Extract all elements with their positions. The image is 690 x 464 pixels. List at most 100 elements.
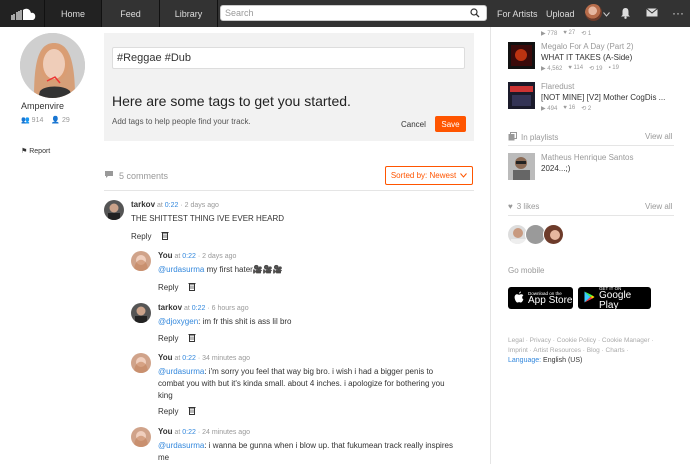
track-artist[interactable]: Megalo For A Day (Part 2) xyxy=(541,42,633,51)
comment-user[interactable]: tarkov xyxy=(158,303,182,312)
view-all-playlists[interactable]: View all xyxy=(645,132,672,141)
artist-name[interactable]: Ampenvire xyxy=(21,101,64,111)
tags-input[interactable]: #Reggae #Dub xyxy=(112,47,465,69)
comment-timestamp[interactable]: 0:22 xyxy=(182,429,196,436)
nav-upload[interactable]: Upload xyxy=(546,0,575,27)
comment-user[interactable]: You xyxy=(158,251,173,260)
report-button[interactable]: ⚑ Report xyxy=(21,147,50,155)
related-track[interactable]: Megalo For A Day (Part 2) WHAT IT TAKES … xyxy=(508,42,633,72)
liker-avatar[interactable] xyxy=(543,224,564,245)
reply-button[interactable]: Reply xyxy=(158,334,178,343)
commenter-avatar[interactable] xyxy=(131,427,151,447)
comment-timestamp[interactable]: 0:22 xyxy=(182,253,196,260)
artist-stats: 👥 914 👤 29 xyxy=(21,116,70,124)
comment-text: @urdasurma: i'm sorry you feel that way … xyxy=(158,366,445,402)
reposts-stat: ⟲ 2 xyxy=(581,106,592,112)
mention-link[interactable]: @urdasurma xyxy=(158,265,204,274)
nav-library[interactable]: Library xyxy=(160,0,218,27)
comment-user[interactable]: You xyxy=(158,353,173,362)
commenter-avatar[interactable] xyxy=(131,303,151,323)
commenter-avatar[interactable] xyxy=(104,200,124,220)
track-title[interactable]: [NOT MINE] [V2] Mother CogDis ... xyxy=(541,93,665,102)
comment-ago: 6 hours ago xyxy=(211,305,249,312)
commenter-avatar[interactable] xyxy=(131,353,151,373)
artist-avatar[interactable] xyxy=(20,33,85,98)
following-icon: 👤 xyxy=(51,117,61,124)
comment-actions: Reply xyxy=(131,231,169,242)
trash-icon[interactable] xyxy=(188,406,196,417)
language-value[interactable]: English (US) xyxy=(543,357,582,364)
tags-title: Here are some tags to get you started. xyxy=(112,93,351,109)
comment-header: tarkov at 0:22 · 6 hours ago xyxy=(158,303,249,312)
google-play-icon xyxy=(584,291,595,305)
footer-links-line[interactable]: Legal · Privacy · Cookie Policy · Cookie… xyxy=(508,336,678,346)
mail-icon[interactable] xyxy=(646,8,658,19)
tags-subtitle: Add tags to help people find your track. xyxy=(112,117,251,126)
trash-icon[interactable] xyxy=(188,333,196,344)
trash-icon[interactable] xyxy=(188,282,196,293)
search-icon[interactable] xyxy=(470,8,480,20)
track-stats: ▶ 4,562 ♥ 114 ⟲ 19 ▪ 19 xyxy=(541,65,633,72)
commenter-avatar[interactable] xyxy=(131,251,151,271)
likes-stat: ♥ 114 xyxy=(568,65,584,71)
search-input[interactable]: Search xyxy=(220,5,487,21)
mention-link[interactable]: @djoxygen xyxy=(158,317,198,326)
save-button[interactable]: Save xyxy=(435,116,466,132)
comment-body: : i'm sorry you feel that way big bro. i… xyxy=(204,367,434,376)
app-store-badge[interactable]: Download on the App Store xyxy=(508,287,573,309)
comment-ago: 24 minutes ago xyxy=(202,429,250,436)
mention-link[interactable]: @urdasurma xyxy=(158,441,204,450)
following-stat[interactable]: 👤 29 xyxy=(51,116,69,124)
nav-for-artists[interactable]: For Artists xyxy=(497,0,538,27)
reply-button[interactable]: Reply xyxy=(158,283,178,292)
plays-stat: ▶ 778 xyxy=(541,31,558,37)
comments-stat: ▪ 19 xyxy=(608,65,619,71)
footer-links-line[interactable]: Imprint · Artist Resources · Blog · Char… xyxy=(508,346,678,356)
nav-home[interactable]: Home xyxy=(44,0,102,27)
playlist-artwork[interactable] xyxy=(508,153,535,180)
chevron-down-icon[interactable] xyxy=(603,9,610,19)
playlist-title[interactable]: 2024...;) xyxy=(541,164,634,173)
playlist-item[interactable]: Matheus Henrique Santos 2024...;) xyxy=(508,153,634,180)
in-playlists-label: In playlists xyxy=(521,133,559,142)
track-artwork[interactable] xyxy=(508,82,535,109)
sort-dropdown[interactable]: Sorted by: Newest xyxy=(385,166,473,185)
soundcloud-logo-icon[interactable] xyxy=(0,0,44,27)
comment-body: : im fr this shit is ass lil bro xyxy=(198,317,292,326)
footer-links[interactable]: Legal · Privacy · Cookie Policy · Cookie… xyxy=(508,336,678,356)
comment-user[interactable]: You xyxy=(158,427,173,436)
google-play-badge[interactable]: GET IT ON Google Play xyxy=(578,286,651,311)
comment-icon xyxy=(104,170,114,181)
comment-timestamp[interactable]: 0:22 xyxy=(182,355,196,362)
google-play-big: Google Play xyxy=(599,289,632,311)
comment-item: You at 0:22 · 34 minutes ago @urdasurma:… xyxy=(131,353,474,423)
comment-user[interactable]: tarkov xyxy=(131,200,155,209)
followers-stat[interactable]: 👥 914 xyxy=(21,116,43,124)
user-avatar[interactable] xyxy=(585,4,602,21)
track-artwork[interactable] xyxy=(508,42,535,69)
nav-feed[interactable]: Feed xyxy=(102,0,160,27)
mention-link[interactable]: @urdasurma xyxy=(158,367,204,376)
at-label: at xyxy=(183,305,190,312)
comment-text: THE SHITTEST THING IVE EVER HEARD xyxy=(131,214,285,223)
comment-timestamp[interactable]: 0:22 xyxy=(192,305,206,312)
at-label: at xyxy=(174,355,181,362)
comment-body: : i wanna be gunna when i blow up. that … xyxy=(204,441,453,450)
reply-button[interactable]: Reply xyxy=(131,232,151,241)
language-selector[interactable]: Language: English (US) xyxy=(508,357,582,364)
reply-button[interactable]: Reply xyxy=(158,407,178,416)
more-icon[interactable]: ··· xyxy=(672,7,684,19)
view-all-likes[interactable]: View all xyxy=(645,202,672,211)
trash-icon[interactable] xyxy=(161,231,169,242)
track-title[interactable]: WHAT IT TAKES (A-Side) xyxy=(541,53,633,62)
bell-icon[interactable] xyxy=(620,7,631,21)
cancel-button[interactable]: Cancel xyxy=(401,120,426,129)
related-track[interactable]: Flaredust [NOT MINE] [V2] Mother CogDis … xyxy=(508,82,665,112)
comment-timestamp[interactable]: 0:22 xyxy=(165,202,179,209)
sort-label: Sorted by: Newest xyxy=(390,171,457,180)
app-store-big: App Store xyxy=(528,294,573,306)
comments-count: 5 comments xyxy=(104,170,168,181)
reposts-stat: ⟲ 1 xyxy=(581,31,592,37)
track-artist[interactable]: Flaredust xyxy=(541,82,665,91)
playlist-user[interactable]: Matheus Henrique Santos xyxy=(541,153,634,162)
